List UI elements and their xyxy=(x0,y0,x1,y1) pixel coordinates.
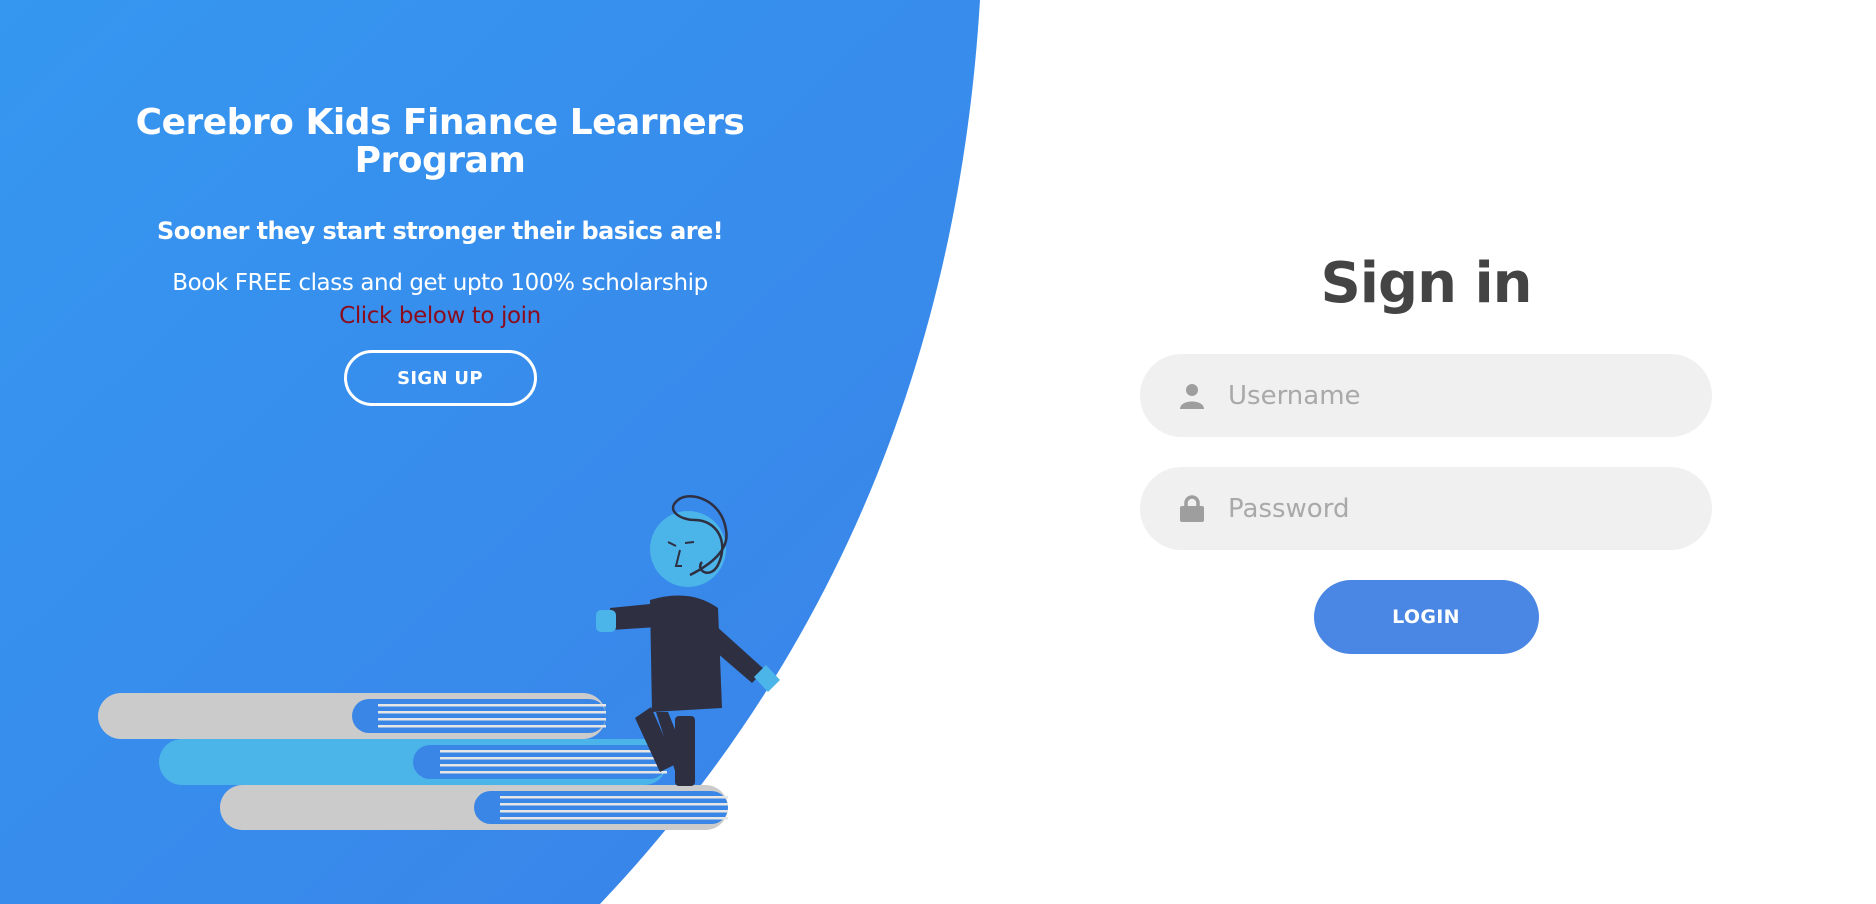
password-input[interactable] xyxy=(1226,477,1670,540)
signup-button[interactable]: SIGN UP xyxy=(343,350,537,406)
signin-page: Cerebro Kids Finance Learners Program So… xyxy=(0,0,1876,904)
signin-title: Sign in xyxy=(1320,251,1532,316)
program-promo: Cerebro Kids Finance Learners Program So… xyxy=(120,104,760,406)
username-input[interactable] xyxy=(1226,364,1670,427)
password-field[interactable] xyxy=(1140,467,1712,550)
program-title: Cerebro Kids Finance Learners Program xyxy=(135,102,745,181)
book-middle xyxy=(159,739,667,785)
book-top xyxy=(98,693,606,739)
username-field[interactable] xyxy=(1140,354,1712,437)
signin-form: Sign in LOGIN xyxy=(1140,248,1712,654)
lock-icon xyxy=(1178,495,1206,523)
scholarship-promo: Book FREE class and get upto 100% schola… xyxy=(172,270,708,296)
book-bottom xyxy=(220,785,728,830)
join-note: Click below to join xyxy=(339,303,541,329)
program-tagline: Sooner they start stronger their basics … xyxy=(157,217,724,245)
user-icon xyxy=(1178,382,1206,410)
books-illustration xyxy=(98,495,780,830)
login-button[interactable]: LOGIN xyxy=(1313,580,1539,654)
